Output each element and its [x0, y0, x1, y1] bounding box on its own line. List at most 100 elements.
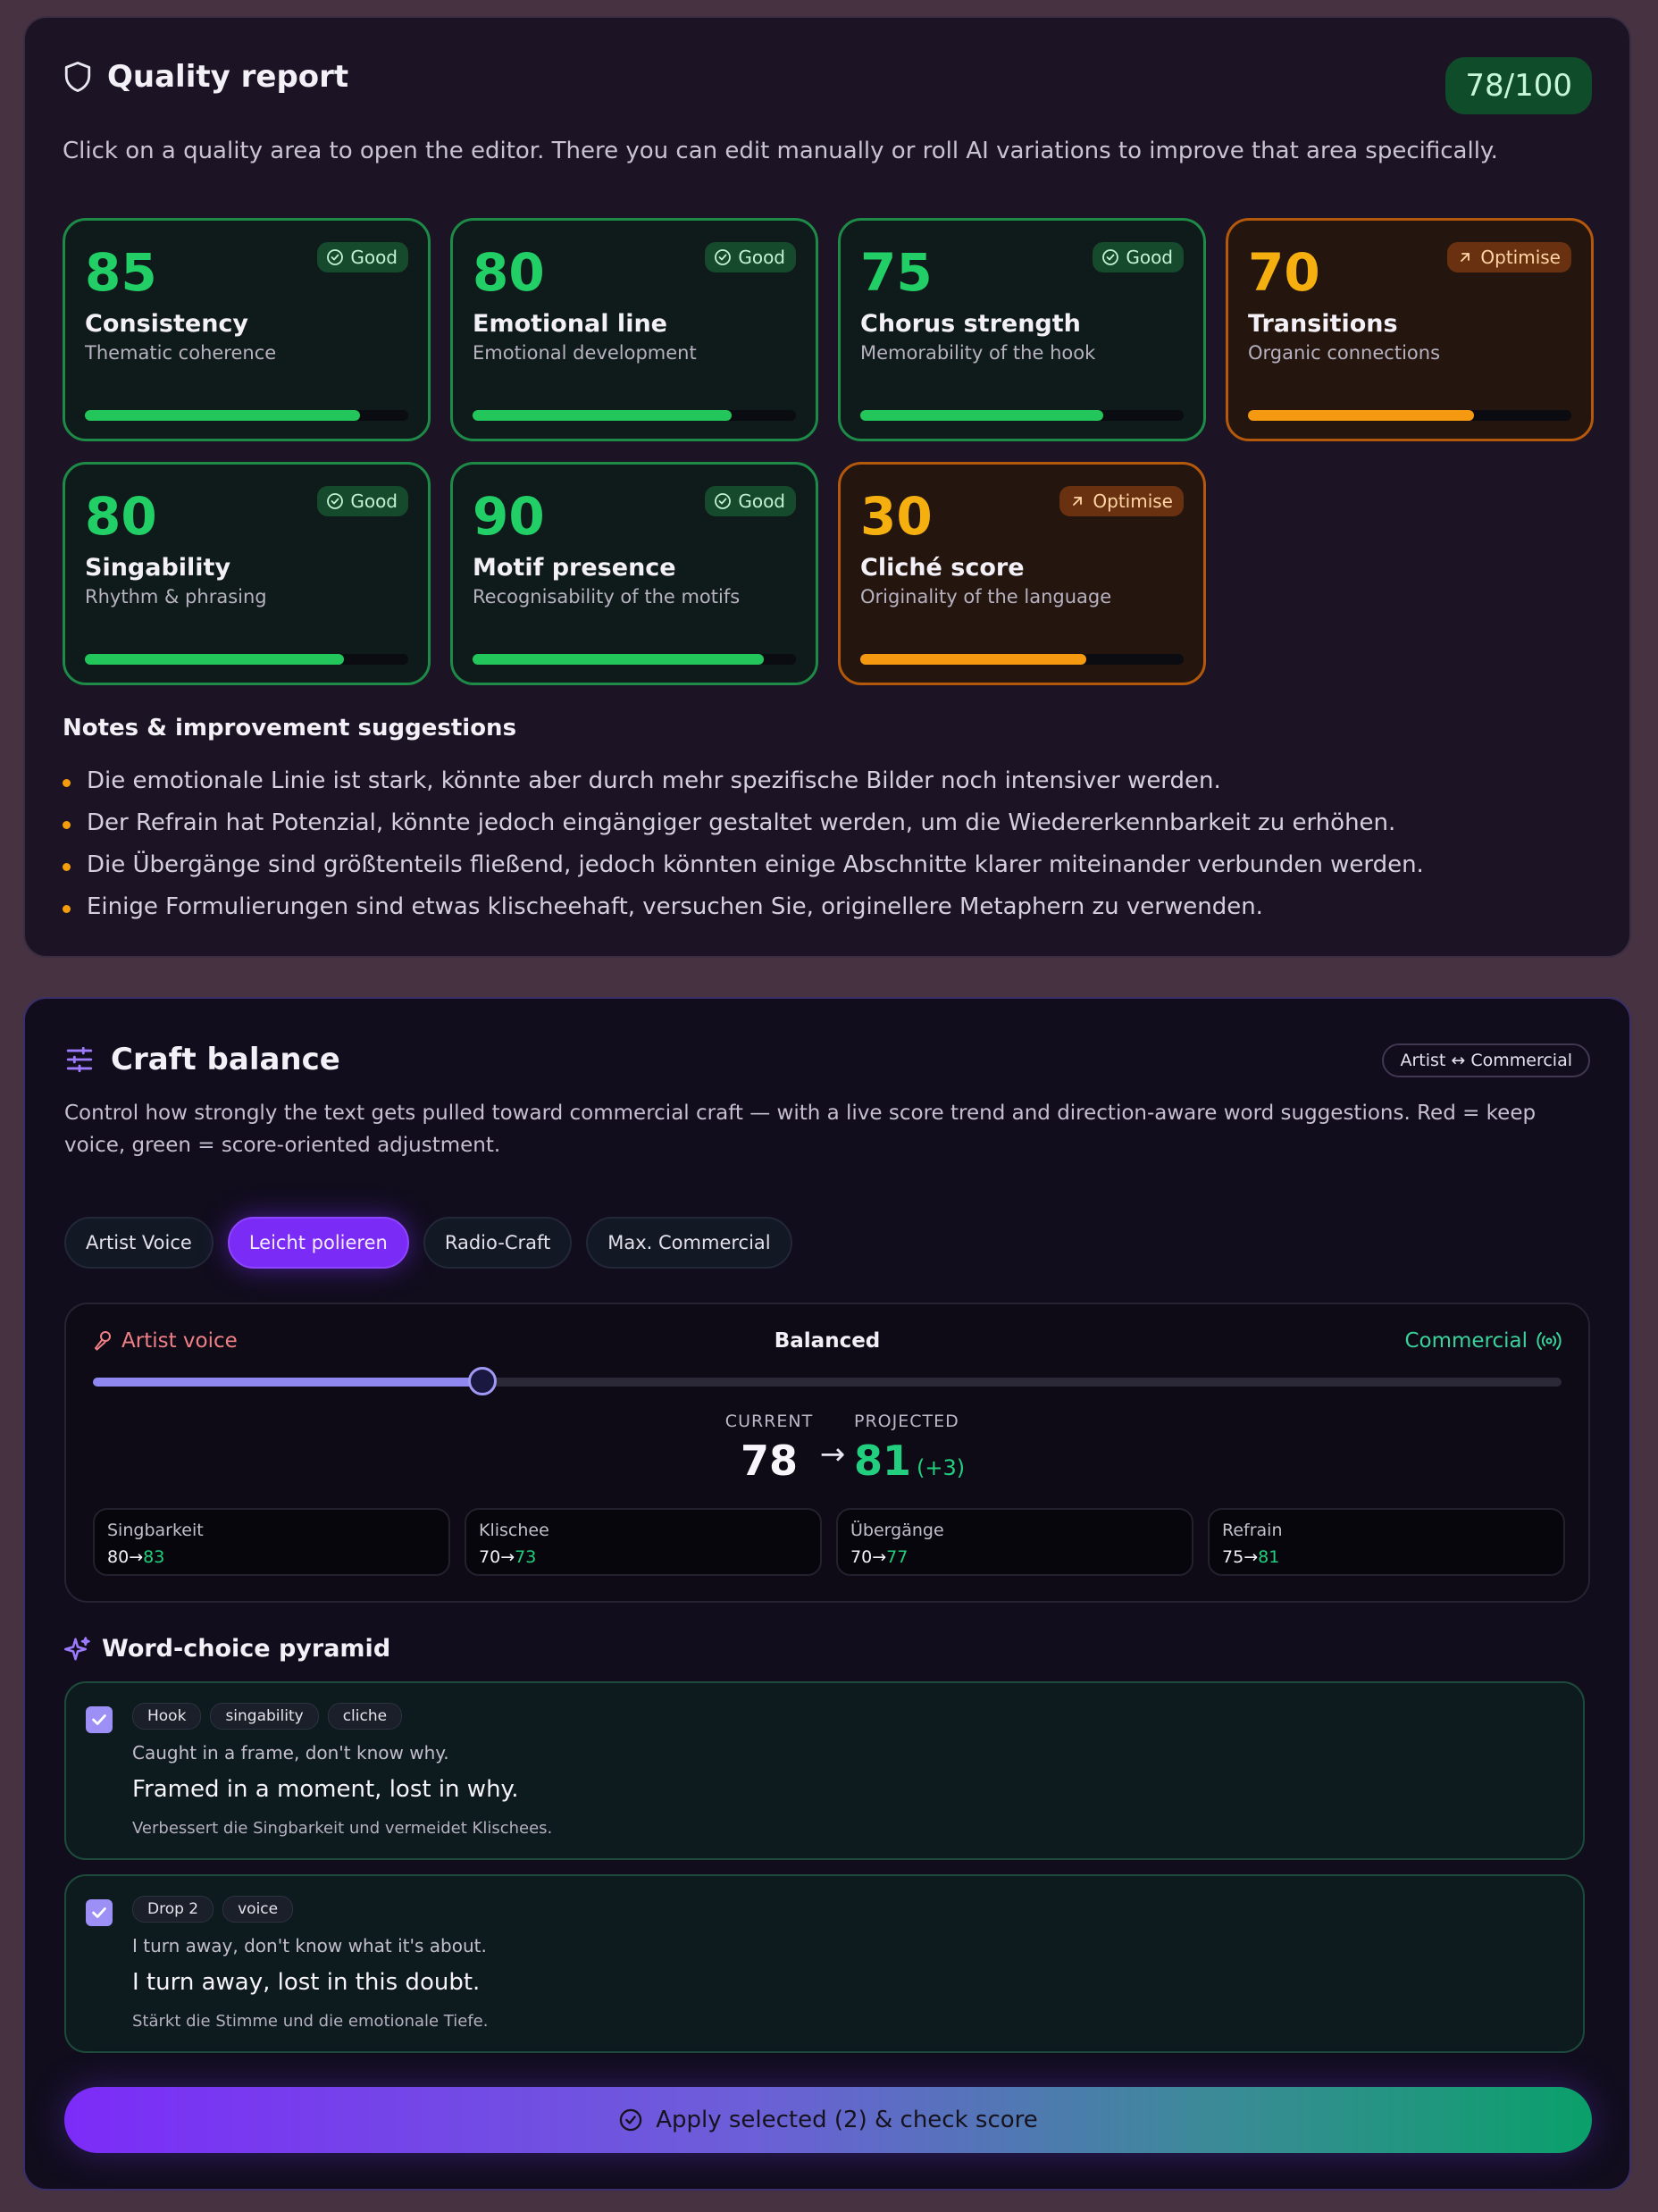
projected-delta: (+3)	[917, 1455, 966, 1480]
status-text: Good	[350, 247, 398, 268]
note-item: Die emotionale Linie ist stark, könnte a…	[63, 759, 1424, 801]
total-score-badge: 78/100	[1445, 57, 1592, 114]
progress-fill	[473, 410, 732, 421]
metric-card-uebergaenge: Übergänge 70→77	[836, 1508, 1193, 1576]
card-score: 80	[473, 242, 545, 303]
balance-slider-box: Artist voice Balanced Commercial CURRENT…	[64, 1303, 1590, 1603]
note-item: Die Übergänge sind größtenteils fließend…	[63, 843, 1424, 885]
balanced-label: Balanced	[774, 1329, 881, 1353]
card-score: 70	[1248, 242, 1320, 303]
preset-max-commercial[interactable]: Max. Commercial	[586, 1217, 792, 1269]
quality-report-panel: Quality report 78/100 Click on a quality…	[23, 16, 1631, 958]
preset-leicht-polieren[interactable]: Leicht polieren	[227, 1217, 409, 1269]
metric-card-refrain: Refrain 75→81	[1208, 1508, 1565, 1576]
status-badge: Good	[317, 486, 408, 516]
apply-selected-button[interactable]: Apply selected (2) & check score	[64, 2087, 1592, 2153]
quality-report-title: Quality report	[107, 59, 349, 95]
status-text: Optimise	[1480, 247, 1561, 268]
projected-value-row: 81 (+3)	[854, 1437, 965, 1485]
card-subtitle: Originality of the language	[860, 586, 1112, 607]
metric-change: 80→83	[107, 1547, 164, 1567]
progress-bar	[473, 410, 796, 421]
card-title: Cliché score	[860, 554, 1025, 582]
metric-arrow: →	[872, 1547, 887, 1567]
original-line: Caught in a frame, don't know why.	[132, 1742, 449, 1764]
metric-change: 70→77	[850, 1547, 908, 1567]
card-subtitle: Recognisability of the motifs	[473, 586, 741, 607]
status-badge: Good	[317, 242, 408, 272]
projected-value: 81	[854, 1437, 912, 1485]
card-subtitle: Rhythm & phrasing	[85, 586, 267, 607]
card-title: Singability	[85, 554, 231, 582]
suggestion-card[interactable]: Drop 2 voice I turn away, don't know wha…	[64, 1874, 1585, 2053]
preset-artist-voice[interactable]: Artist Voice	[64, 1217, 214, 1269]
metric-from: 80	[107, 1547, 130, 1567]
tag-chip: Drop 2	[132, 1896, 214, 1923]
check-icon	[92, 1714, 106, 1725]
suggestion-reason: Verbessert die Singbarkeit und vermeidet…	[132, 1819, 553, 1838]
commercial-label: Commercial	[1404, 1329, 1562, 1353]
suggested-line: I turn away, lost in this doubt.	[132, 1969, 481, 1996]
progress-fill	[473, 654, 764, 665]
quality-card-singability[interactable]: 80 Good Singability Rhythm & phrasing	[63, 462, 431, 685]
suggestion-reason: Stärkt die Stimme und die emotionale Tie…	[132, 2012, 489, 2031]
mode-chip: Artist ↔ Commercial	[1382, 1043, 1590, 1077]
quality-card-transitions[interactable]: 70 Optimise Transitions Organic connections	[1226, 218, 1594, 441]
metric-from: 70	[850, 1547, 873, 1567]
projected-label: PROJECTED	[854, 1412, 959, 1431]
craft-balance-header: Craft balance	[64, 1042, 340, 1077]
status-text: Good	[738, 247, 785, 268]
balance-slider-track[interactable]	[93, 1378, 1562, 1387]
metric-card-singbarkeit: Singbarkeit 80→83	[93, 1508, 450, 1576]
check-icon	[92, 1907, 106, 1918]
quality-card-emotional-line[interactable]: 80 Good Emotional line Emotional developmen…	[450, 218, 818, 441]
sparkle-icon	[64, 1636, 90, 1660]
card-title: Chorus strength	[860, 310, 1081, 338]
suggestion-tags: Drop 2 voice	[132, 1896, 294, 1923]
metric-from: 70	[479, 1547, 501, 1567]
metric-to: 83	[143, 1547, 165, 1567]
check-circle-icon	[619, 2108, 642, 2132]
arrow-up-right-icon	[1461, 253, 1470, 262]
quality-card-consistency[interactable]: 85 Good Consistency Thematic coherence	[63, 218, 431, 441]
current-label: CURRENT	[724, 1412, 814, 1431]
balance-slider-handle[interactable]	[467, 1367, 497, 1395]
bullet-dot	[63, 905, 71, 913]
metric-arrow: →	[500, 1547, 515, 1567]
check-circle-icon	[327, 493, 344, 509]
card-score: 80	[85, 486, 157, 547]
suggestion-checkbox[interactable]	[86, 1706, 113, 1733]
progress-bar	[85, 410, 408, 421]
quality-card-chorus-strength[interactable]: 75 Good Chorus strength Memorability of the…	[838, 218, 1206, 441]
metric-name: Übergänge	[850, 1521, 944, 1540]
metric-arrow: →	[129, 1547, 144, 1567]
arrow-up-right-icon	[1073, 497, 1083, 506]
craft-balance-title: Craft balance	[111, 1042, 340, 1077]
metric-change: 75→81	[1222, 1547, 1279, 1567]
metric-to: 81	[1258, 1547, 1280, 1567]
suggestion-checkbox[interactable]	[86, 1899, 113, 1926]
card-title: Motif presence	[473, 554, 676, 582]
metric-arrow: →	[1244, 1547, 1259, 1567]
bullet-dot	[63, 863, 71, 871]
quality-card-clich-score[interactable]: 30 Optimise Cliché score Originality of the…	[838, 462, 1206, 685]
word-choice-header: Word-choice pyramid	[64, 1635, 390, 1663]
broadcast-icon	[1537, 1332, 1562, 1350]
note-text: Der Refrain hat Potenzial, könnte jedoch…	[87, 809, 1396, 836]
suggestion-tags: Hook singability cliche	[132, 1703, 403, 1730]
projected-score: PROJECTED 81 (+3)	[854, 1412, 965, 1485]
card-score: 30	[860, 486, 933, 547]
craft-balance-description: Control how strongly the text gets pulle…	[64, 1102, 1537, 1157]
card-subtitle: Thematic coherence	[85, 342, 277, 364]
card-title: Transitions	[1248, 310, 1398, 338]
suggested-line: Framed in a moment, lost in why.	[132, 1776, 519, 1803]
card-score: 85	[85, 242, 157, 303]
metric-card-klischee: Klischee 70→73	[465, 1508, 822, 1576]
suggestion-card[interactable]: Hook singability cliche Caught in a fram…	[64, 1681, 1585, 1860]
quality-card-motif-presence[interactable]: 90 Good Motif presence Recognisability of t…	[450, 462, 818, 685]
tag-chip: Hook	[132, 1703, 202, 1730]
original-line: I turn away, don't know what it's about.	[132, 1935, 487, 1956]
progress-bar	[85, 654, 408, 665]
progress-fill	[85, 654, 344, 665]
preset-radio-craft[interactable]: Radio-Craft	[423, 1217, 573, 1269]
